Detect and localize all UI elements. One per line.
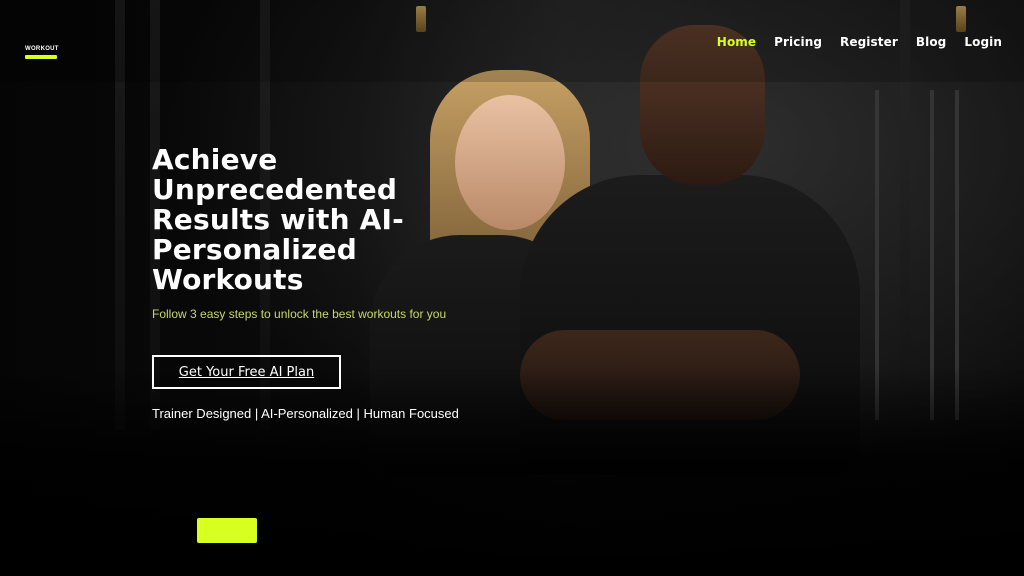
nav-link-blog[interactable]: Blog <box>916 35 947 49</box>
hero-section: Achieve Unprecedented Results with AI-Pe… <box>152 143 482 322</box>
hero-subtitle: Follow 3 easy steps to unlock the best w… <box>152 307 447 321</box>
accent-decoration-block <box>197 518 257 543</box>
gym-rack <box>875 90 879 420</box>
trainer-man-shirt <box>520 175 860 475</box>
get-free-ai-plan-button[interactable]: Get Your Free AI Plan <box>152 355 341 389</box>
hero-tagline: Trainer Designed | AI-Personalized | Hum… <box>152 406 459 421</box>
nav-link-pricing[interactable]: Pricing <box>774 35 822 49</box>
brand-logo[interactable]: WORKOUT <box>25 46 59 59</box>
top-navigation-bar: WORKOUT Home Pricing Register Blog Login <box>0 0 1024 82</box>
hero-title: Achieve Unprecedented Results with AI-Pe… <box>152 143 404 296</box>
brand-name: WORKOUT <box>25 46 59 52</box>
trainer-man-crossed-arms <box>520 330 800 420</box>
nav-link-login[interactable]: Login <box>964 35 1002 49</box>
main-nav: Home Pricing Register Blog Login <box>717 35 1002 49</box>
gym-rack <box>930 90 934 420</box>
nav-link-home[interactable]: Home <box>717 35 756 49</box>
brand-accent-bar <box>25 55 57 59</box>
gym-rack <box>955 90 959 420</box>
nav-link-register[interactable]: Register <box>840 35 898 49</box>
